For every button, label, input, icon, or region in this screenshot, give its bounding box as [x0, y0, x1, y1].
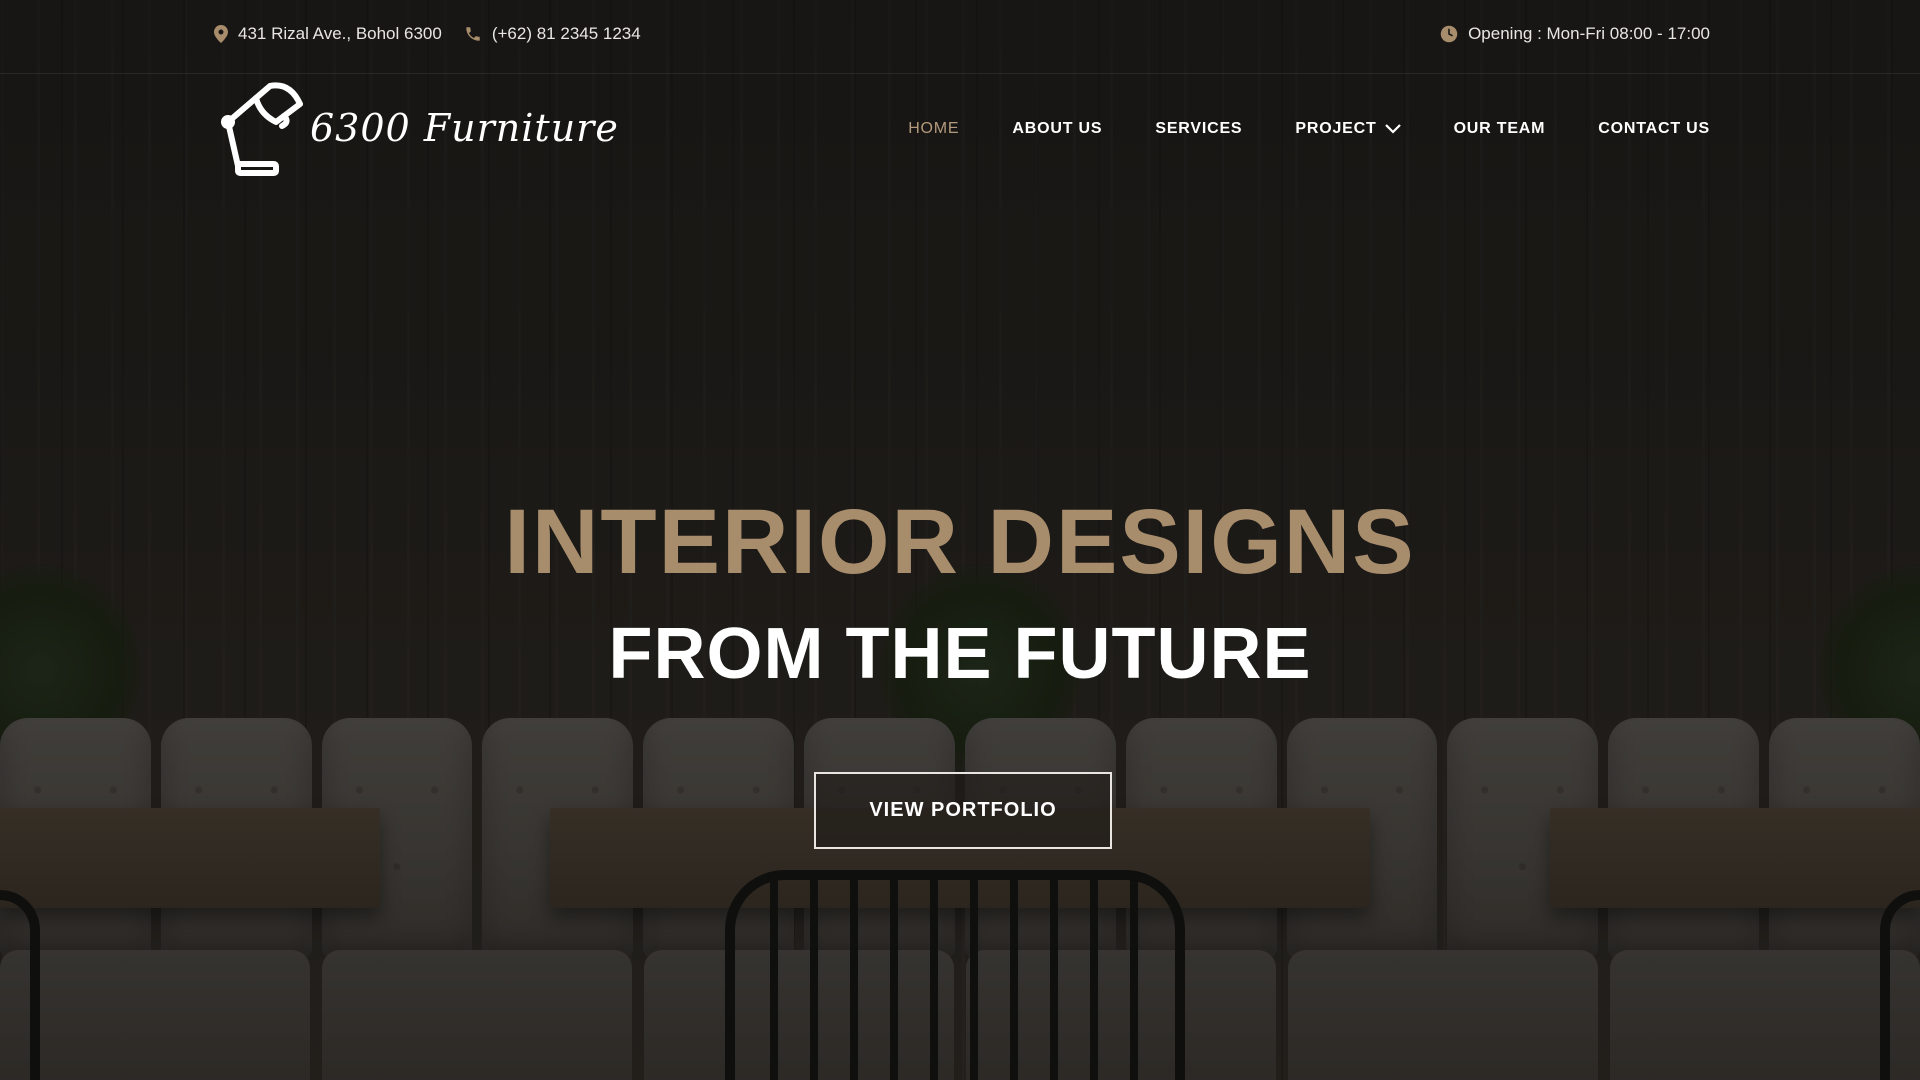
- opening-hours-item: Opening : Mon-Fri 08:00 - 17:00: [1440, 24, 1710, 44]
- nav-item-services[interactable]: SERVICES: [1155, 120, 1242, 138]
- chevron-down-icon: [1384, 124, 1401, 134]
- nav-item-label: SERVICES: [1155, 120, 1243, 137]
- hero-title: INTERIOR DESIGNS: [504, 491, 1416, 593]
- nav-item-label: ABOUT US: [1012, 120, 1103, 137]
- nav-item-label: HOME: [908, 120, 960, 137]
- phone-text: (+62) 81 2345 1234: [491, 24, 641, 43]
- opening-hours-text: Opening : Mon-Fri 08:00 - 17:00: [1468, 24, 1710, 43]
- hero-subtitle: FROM THE FUTURE: [608, 614, 1312, 694]
- phone-icon: [466, 27, 480, 41]
- brand-logo[interactable]: 6300 Furniture: [218, 80, 619, 176]
- top-info-bar: 431 Rizal Ave., Bohol 6300 (+62) 81 2345…: [0, 0, 1920, 74]
- nav-item-project[interactable]: PROJECT: [1295, 120, 1401, 138]
- nav-item-home[interactable]: HOME: [908, 120, 959, 138]
- main-nav: HOME ABOUT US SERVICES PROJECT OUR TEAM …: [855, 120, 1710, 138]
- address-item: 431 Rizal Ave., Bohol 6300: [214, 24, 442, 44]
- phone-item[interactable]: (+62) 81 2345 1234: [464, 24, 641, 44]
- map-pin-icon: [214, 25, 228, 43]
- nav-item-our-team[interactable]: OUR TEAM: [1454, 120, 1546, 138]
- nav-item-label: CONTACT US: [1598, 120, 1710, 137]
- nav-item-about-us[interactable]: ABOUT US: [1012, 120, 1102, 138]
- address-text: 431 Rizal Ave., Bohol 6300: [238, 24, 442, 43]
- clock-icon: [1440, 25, 1458, 43]
- nav-item-label: PROJECT: [1295, 120, 1377, 137]
- nav-item-label: OUR TEAM: [1453, 120, 1546, 137]
- view-portfolio-button[interactable]: VIEW PORTFOLIO: [814, 772, 1112, 849]
- desk-lamp-icon: [221, 82, 303, 176]
- nav-item-contact-us[interactable]: CONTACT US: [1598, 120, 1710, 138]
- brand-name: 6300 Furniture: [310, 106, 619, 150]
